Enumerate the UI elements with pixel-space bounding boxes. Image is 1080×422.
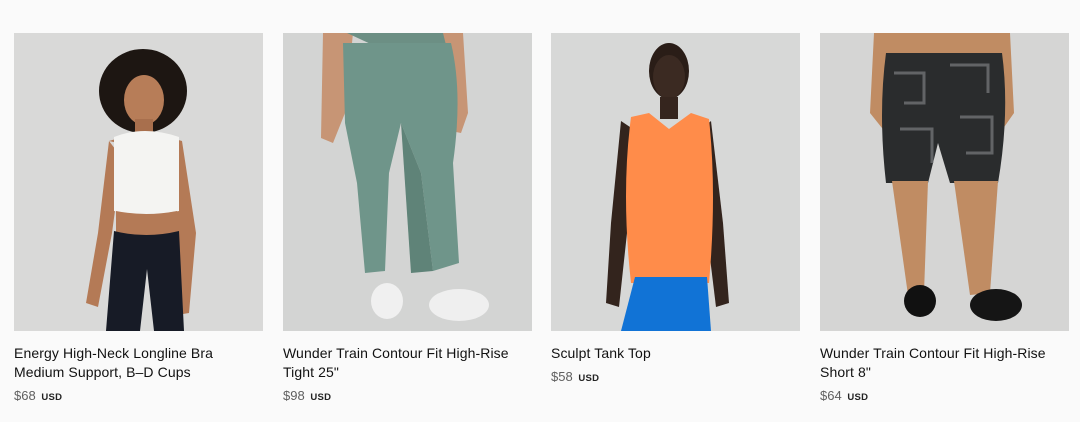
product-card[interactable]: Sculpt Tank Top $58 USD	[551, 33, 800, 384]
price-amount: $64	[820, 388, 842, 403]
product-title-line: Wunder Train Contour Fit High-Rise	[283, 345, 509, 361]
product-title-line: Short 8"	[820, 364, 871, 380]
price-amount: $98	[283, 388, 305, 403]
product-image[interactable]	[14, 33, 263, 331]
product-title-line: Medium Support, B–D Cups	[14, 364, 191, 380]
product-title-line: Wunder Train Contour Fit High-Rise	[820, 345, 1046, 361]
price-currency: USD	[41, 392, 63, 403]
product-title-line: Energy High-Neck Longline Bra	[14, 345, 214, 361]
product-title-line: Tight 25"	[283, 364, 339, 380]
product-image[interactable]	[820, 33, 1069, 331]
product-grid: Energy High-Neck Longline Bra Medium Sup…	[0, 0, 1080, 422]
price-currency: USD	[847, 392, 869, 403]
price-currency: USD	[578, 373, 600, 384]
product-card[interactable]: Wunder Train Contour Fit High-Rise Tight…	[283, 33, 532, 403]
product-price: $58 USD	[551, 369, 800, 384]
product-card[interactable]: Energy High-Neck Longline Bra Medium Sup…	[14, 33, 263, 403]
product-image[interactable]	[551, 33, 800, 331]
price-currency: USD	[310, 392, 332, 403]
product-image[interactable]	[283, 33, 532, 331]
product-title[interactable]: Wunder Train Contour Fit High-Rise Short…	[820, 344, 1069, 382]
product-price: $64 USD	[820, 388, 1069, 403]
product-title[interactable]: Energy High-Neck Longline Bra Medium Sup…	[14, 344, 263, 382]
price-amount: $68	[14, 388, 36, 403]
product-title-line: Sculpt Tank Top	[551, 345, 651, 361]
product-price: $68 USD	[14, 388, 263, 403]
product-title[interactable]: Wunder Train Contour Fit High-Rise Tight…	[283, 344, 532, 382]
product-title[interactable]: Sculpt Tank Top	[551, 344, 800, 363]
price-amount: $58	[551, 369, 573, 384]
product-card[interactable]: Wunder Train Contour Fit High-Rise Short…	[820, 33, 1069, 403]
product-price: $98 USD	[283, 388, 532, 403]
